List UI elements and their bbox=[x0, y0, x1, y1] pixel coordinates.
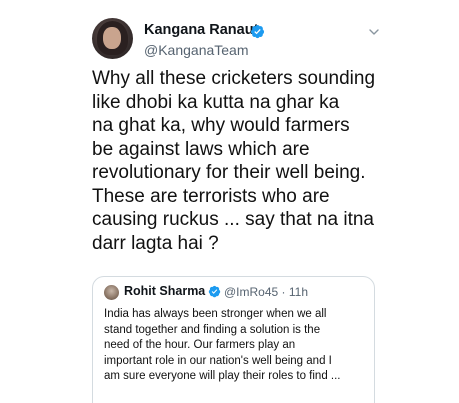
tweet-text-line: be against laws which are bbox=[92, 138, 310, 160]
chevron-down-icon[interactable] bbox=[368, 26, 380, 38]
quoted-tweet-card[interactable]: Rohit Sharma @ImRo45 · 11h India has alw… bbox=[92, 276, 375, 403]
author-display-name[interactable]: Kangana Ranaut bbox=[144, 22, 258, 38]
tweet-text-line: Why all these cricketers sounding bbox=[92, 68, 376, 89]
tweet-card[interactable]: Kangana Ranaut @KanganaTeam Why all thes… bbox=[0, 0, 459, 403]
quoted-text-line: am sure everyone will play their roles t… bbox=[104, 370, 341, 382]
quoted-author-avatar[interactable] bbox=[104, 285, 119, 300]
quoted-author-display-name[interactable]: Rohit Sharma bbox=[124, 284, 205, 298]
tweet-text-line: na ghat ka, why would farmers bbox=[92, 115, 350, 136]
quoted-text-line: India has always been stronger when we a… bbox=[104, 308, 327, 320]
quoted-tweet-time[interactable]: 11h bbox=[289, 285, 308, 299]
meta-separator: · bbox=[281, 285, 286, 299]
quoted-text-line: important role in our nation's well bein… bbox=[104, 354, 332, 367]
tweet-text-line: These are terrorists who are bbox=[92, 185, 330, 207]
author-avatar[interactable] bbox=[92, 18, 133, 59]
quoted-text-line: need of the hour. Our farmers play an bbox=[104, 339, 296, 351]
verified-badge-icon bbox=[208, 285, 221, 298]
tweet-text-line: darr lagta hai ? bbox=[92, 232, 219, 254]
tweet-text-line: causing ruckus ... say that na itna bbox=[92, 209, 374, 230]
verified-badge-icon bbox=[250, 24, 265, 39]
quoted-text-line: stand together and finding a solution is… bbox=[104, 323, 321, 336]
quoted-tweet-meta: @ImRo45 · 11h bbox=[224, 285, 308, 299]
avatar-face bbox=[103, 27, 121, 49]
author-handle[interactable]: @KanganaTeam bbox=[144, 42, 249, 58]
quoted-tweet-text: India has always been stronger when we a… bbox=[104, 307, 370, 385]
tweet-text: Why all these cricketers sounding like d… bbox=[92, 67, 412, 255]
quoted-author-handle[interactable]: @ImRo45 bbox=[224, 285, 278, 299]
tweet-text-line: like dhobi ka kutta na ghar ka bbox=[92, 91, 340, 113]
tweet-text-line: revolutionary for their well being. bbox=[92, 162, 366, 183]
